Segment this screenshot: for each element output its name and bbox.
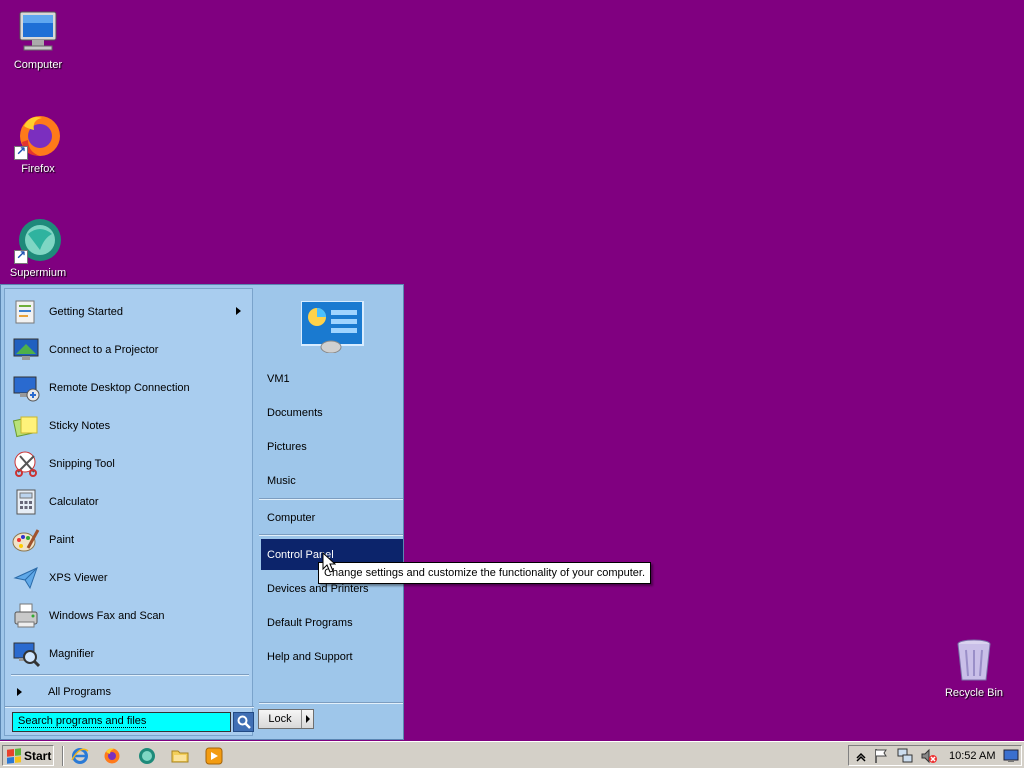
program-label: Calculator	[49, 496, 99, 508]
getting-started-icon	[9, 296, 43, 328]
program-xps-viewer[interactable]: XPS Viewer	[9, 561, 249, 595]
arrow-right-icon	[17, 688, 22, 696]
menu-divider	[5, 706, 254, 708]
program-label: Snipping Tool	[49, 458, 115, 470]
program-label: XPS Viewer	[49, 572, 108, 584]
menu-divider	[259, 702, 403, 704]
control-panel-tooltip: Change settings and customize the functi…	[318, 562, 651, 584]
lock-label: Lock	[268, 713, 292, 725]
fax-scan-icon	[9, 600, 43, 632]
flag-icon[interactable]	[873, 748, 889, 764]
recycle-bin-icon	[950, 636, 998, 684]
show-hidden-icons-icon[interactable]	[853, 748, 869, 764]
shortcut-arrow-icon	[14, 144, 28, 160]
lock-button[interactable]: Lock	[258, 709, 314, 729]
place-default-programs[interactable]: Default Programs	[261, 612, 403, 634]
search-input[interactable]: Search programs and files	[12, 712, 231, 732]
program-connect-to-projector[interactable]: Connect to a Projector	[9, 333, 249, 367]
xps-viewer-icon	[9, 562, 43, 594]
submenu-arrow-icon	[236, 307, 241, 315]
taskbar: Start 10:52 AM	[0, 741, 1024, 768]
program-getting-started[interactable]: Getting Started	[9, 295, 249, 329]
search-placeholder: Search programs and files	[18, 715, 147, 728]
place-label: Music	[267, 475, 296, 487]
program-label: Connect to a Projector	[49, 344, 159, 356]
computer-icon	[14, 8, 62, 56]
desktop-icon-recycle-bin[interactable]: Recycle Bin	[936, 636, 1012, 699]
program-label: Magnifier	[49, 648, 95, 660]
desktop-icon-label: Computer	[13, 59, 63, 71]
volume-muted-icon[interactable]	[921, 748, 937, 764]
place-label: Documents	[267, 407, 323, 419]
place-label: Pictures	[267, 441, 307, 453]
quick-launch-divider	[62, 746, 64, 766]
place-label: Devices and Printers	[267, 583, 369, 595]
program-label: Windows Fax and Scan	[49, 610, 165, 622]
windows-logo-icon	[7, 747, 21, 764]
start-menu-places-pane: VM1 Documents Pictures Music Computer Co…	[257, 285, 403, 739]
snipping-tool-icon	[9, 448, 43, 480]
lock-options-arrow-icon[interactable]	[301, 710, 313, 728]
show-desktop-icon[interactable]	[1003, 748, 1019, 764]
menu-divider	[259, 498, 403, 500]
program-label: Getting Started	[49, 306, 123, 318]
start-menu-programs-pane: Getting Started Connect to a Projector R…	[4, 288, 254, 736]
internet-explorer-icon[interactable]	[70, 746, 90, 766]
program-calculator[interactable]: Calculator	[9, 485, 249, 519]
start-label: Start	[24, 748, 52, 763]
program-magnifier[interactable]: Magnifier	[9, 637, 249, 671]
program-label: Sticky Notes	[49, 420, 111, 432]
search-icon	[237, 715, 251, 729]
place-computer[interactable]: Computer	[261, 507, 403, 529]
start-button[interactable]: Start	[2, 745, 54, 766]
place-pictures[interactable]: Pictures	[261, 436, 403, 458]
magnifier-icon	[9, 638, 43, 670]
desktop-icon-supermium[interactable]: Supermium	[0, 216, 76, 279]
folder-icon[interactable]	[170, 746, 190, 766]
desktop-icon-firefox[interactable]: Firefox	[0, 112, 76, 175]
desktop-icon-label: Firefox	[21, 163, 55, 175]
program-sticky-notes[interactable]: Sticky Notes	[9, 409, 249, 443]
start-menu: Getting Started Connect to a Projector R…	[0, 284, 404, 740]
shortcut-arrow-icon	[14, 248, 28, 264]
program-label: Remote Desktop Connection	[49, 382, 190, 394]
menu-divider	[11, 674, 249, 676]
program-fax-and-scan[interactable]: Windows Fax and Scan	[9, 599, 249, 633]
program-paint[interactable]: Paint	[9, 523, 249, 557]
desktop-icon-label: Recycle Bin	[944, 687, 1004, 699]
program-remote-desktop[interactable]: Remote Desktop Connection	[9, 371, 249, 405]
program-label: Paint	[49, 534, 75, 546]
place-label: VM1	[267, 373, 290, 385]
user-picture-icon[interactable]	[300, 300, 365, 354]
firefox-icon[interactable]	[102, 746, 122, 766]
supermium-icon	[14, 216, 62, 264]
place-music[interactable]: Music	[261, 470, 403, 492]
firefox-icon	[14, 112, 62, 160]
program-snipping-tool[interactable]: Snipping Tool	[9, 447, 249, 481]
projector-icon	[9, 334, 43, 366]
place-vm1[interactable]: VM1	[261, 368, 403, 390]
mouse-cursor-icon	[322, 552, 336, 573]
supermium-icon[interactable]	[137, 746, 157, 766]
place-label: Help and Support	[267, 651, 353, 663]
search-button[interactable]	[233, 712, 254, 732]
place-documents[interactable]: Documents	[261, 402, 403, 424]
media-player-icon[interactable]	[204, 746, 224, 766]
paint-icon	[9, 524, 43, 556]
all-programs-label: All Programs	[48, 686, 111, 698]
desktop-icon-computer[interactable]: Computer	[0, 8, 76, 71]
network-icon[interactable]	[897, 748, 913, 764]
calculator-icon	[9, 486, 43, 518]
sticky-notes-icon	[9, 410, 43, 442]
place-label: Default Programs	[267, 617, 353, 629]
menu-divider	[259, 534, 403, 536]
desktop-icon-label: Supermium	[9, 267, 67, 279]
all-programs-button[interactable]: All Programs	[9, 681, 249, 703]
system-tray: 10:52 AM	[848, 745, 1022, 766]
place-help-and-support[interactable]: Help and Support	[261, 646, 403, 668]
remote-desktop-icon	[9, 372, 43, 404]
clock[interactable]: 10:52 AM	[949, 750, 995, 762]
place-label: Computer	[267, 512, 316, 524]
